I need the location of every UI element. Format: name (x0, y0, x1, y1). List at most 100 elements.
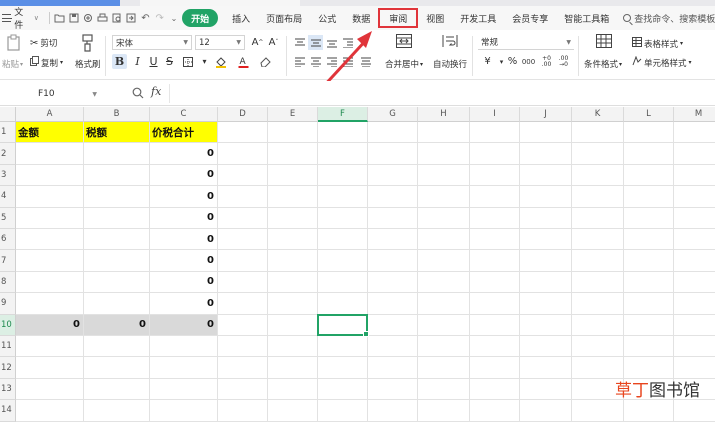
cell-k11[interactable] (572, 336, 624, 358)
cell-h13[interactable] (418, 378, 470, 401)
row-header-12[interactable]: 12 (0, 357, 16, 379)
cell-d8[interactable] (218, 271, 268, 294)
cell-j5[interactable] (520, 207, 572, 229)
cell-f5[interactable] (318, 207, 368, 229)
cell-l9[interactable] (624, 293, 674, 315)
cell-d10[interactable] (218, 314, 268, 336)
cell-e7[interactable] (268, 250, 318, 272)
function-icon[interactable]: fx (151, 85, 161, 98)
cell-m9[interactable] (674, 293, 715, 315)
cell-e4[interactable] (268, 186, 318, 208)
cell-h12[interactable] (418, 357, 470, 379)
cell-d4[interactable] (218, 186, 268, 208)
cell-j14[interactable] (520, 400, 572, 422)
cell-i5[interactable] (470, 207, 520, 229)
cell-a4[interactable] (16, 186, 84, 208)
cell-i12[interactable] (470, 357, 520, 379)
cell-h14[interactable] (418, 400, 470, 422)
cell-e10[interactable] (268, 314, 318, 336)
formula-input[interactable] (169, 84, 715, 103)
cell-d13[interactable] (218, 378, 268, 401)
cell-j4[interactable] (520, 186, 572, 208)
cell-i6[interactable] (470, 229, 520, 251)
cell-f12[interactable] (318, 357, 368, 379)
cell-g12[interactable] (368, 357, 418, 379)
cell-f11[interactable] (318, 336, 368, 358)
cell-f4[interactable] (318, 186, 368, 208)
cell-c6[interactable]: 0 (150, 229, 218, 251)
cell-g9[interactable] (368, 293, 418, 315)
cell-i13[interactable] (470, 378, 520, 401)
cell-j10[interactable] (520, 314, 572, 336)
cell-h6[interactable] (418, 229, 470, 251)
cell-b1[interactable]: 税额 (84, 122, 150, 144)
cell-d14[interactable] (218, 400, 268, 422)
cell-h11[interactable] (418, 336, 470, 358)
select-all-corner[interactable] (0, 107, 16, 122)
cell-i1[interactable] (470, 122, 520, 144)
cell-c13[interactable] (150, 378, 218, 401)
cell-b12[interactable] (84, 357, 150, 379)
cell-m11[interactable] (674, 336, 715, 358)
cell-m8[interactable] (674, 272, 715, 294)
cell-e13[interactable] (268, 378, 318, 401)
cell-i14[interactable] (470, 400, 520, 422)
cell-f14[interactable] (318, 400, 368, 422)
cell-a7[interactable] (16, 250, 84, 272)
cell-g8[interactable] (368, 271, 418, 294)
row-header-1[interactable]: 1 (0, 122, 16, 144)
cell-c5[interactable]: 0 (150, 207, 218, 229)
cell-d7[interactable] (218, 250, 268, 272)
cell-k7[interactable] (572, 250, 624, 272)
column-header-k[interactable]: K (572, 107, 624, 122)
cell-d1[interactable] (218, 122, 268, 144)
cell-k9[interactable] (572, 293, 624, 315)
cell-l7[interactable] (624, 250, 674, 272)
cell-j11[interactable] (520, 336, 572, 358)
cell-h1[interactable] (418, 122, 470, 144)
cell-a9[interactable] (16, 293, 84, 315)
cell-g3[interactable] (368, 164, 418, 187)
cell-g7[interactable] (368, 250, 418, 272)
cell-k4[interactable] (572, 186, 624, 208)
cell-i3[interactable] (470, 164, 520, 187)
cell-k1[interactable] (572, 122, 624, 144)
cell-f1[interactable] (318, 122, 368, 144)
cell-d6[interactable] (218, 229, 268, 251)
cell-k10[interactable] (572, 314, 624, 336)
cell-a13[interactable] (16, 378, 84, 401)
cell-l5[interactable] (624, 207, 674, 229)
cell-c2[interactable]: 0 (150, 143, 218, 165)
row-header-14[interactable]: 14 (0, 400, 16, 422)
cell-c12[interactable] (150, 357, 218, 379)
cell-l6[interactable] (624, 229, 674, 251)
cell-f13[interactable] (318, 378, 368, 401)
cell-h7[interactable] (418, 250, 470, 272)
cell-d5[interactable] (218, 207, 268, 229)
cell-e9[interactable] (268, 293, 318, 315)
cell-a12[interactable] (16, 357, 84, 379)
cell-c10[interactable]: 0 (150, 314, 218, 336)
column-header-d[interactable]: D (218, 107, 268, 122)
cell-c8[interactable]: 0 (150, 271, 218, 294)
cell-m5[interactable] (674, 208, 715, 229)
cell-i2[interactable] (470, 143, 520, 165)
cell-b14[interactable] (84, 400, 150, 422)
cell-a10[interactable]: 0 (16, 314, 84, 336)
cell-a3[interactable] (16, 164, 84, 187)
cell-d12[interactable] (218, 357, 268, 379)
cell-g6[interactable] (368, 229, 418, 251)
cell-e14[interactable] (268, 400, 318, 422)
cell-a11[interactable] (16, 336, 84, 358)
cell-a1[interactable]: 金额 (16, 122, 84, 144)
cell-l1[interactable] (624, 122, 674, 144)
column-header-b[interactable]: B (84, 107, 150, 122)
row-header-7[interactable]: 7 (0, 250, 16, 272)
column-header-i[interactable]: I (470, 107, 520, 122)
cell-f7[interactable] (318, 250, 368, 272)
cell-l3[interactable] (624, 164, 674, 187)
cell-m6[interactable] (674, 229, 715, 251)
cell-m14[interactable] (674, 400, 715, 422)
cell-m3[interactable] (674, 165, 715, 187)
cell-c3[interactable]: 0 (150, 164, 218, 187)
